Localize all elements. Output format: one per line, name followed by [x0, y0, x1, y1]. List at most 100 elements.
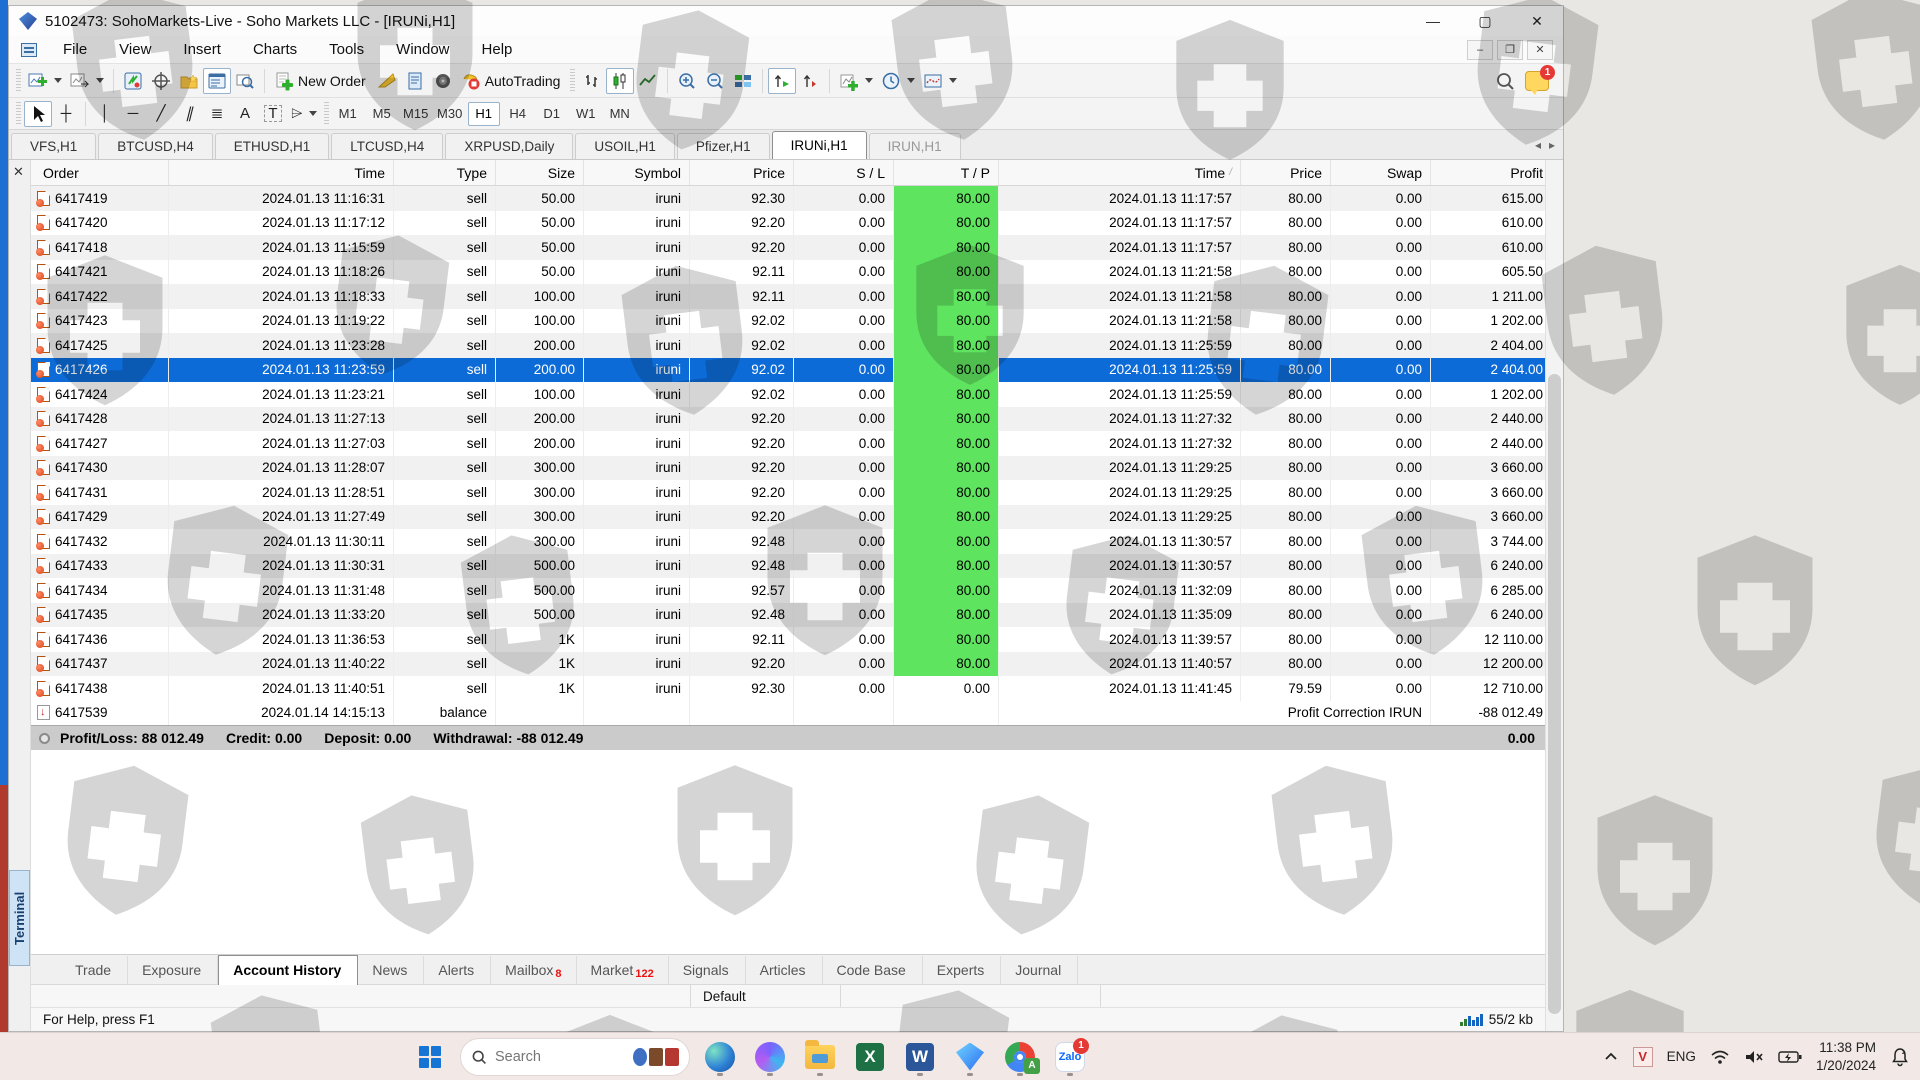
table-row[interactable]: 6417424 2024.01.13 11:23:21 sell 100.00 … — [31, 382, 1545, 407]
terminal-tab[interactable]: Account History — [218, 955, 358, 985]
new-chart-caret[interactable] — [54, 78, 62, 83]
text-label-button[interactable]: T — [259, 101, 287, 127]
text-button[interactable]: A — [231, 101, 259, 127]
arrows-button[interactable]: ⌲ — [287, 101, 321, 127]
copilot-taskbar-icon[interactable] — [750, 1037, 790, 1077]
terminal-tab[interactable]: News — [358, 956, 424, 984]
menu-item[interactable]: Tools — [313, 36, 380, 64]
timeframe-button[interactable]: M5 — [366, 102, 398, 126]
new-chart-button[interactable] — [24, 68, 66, 94]
edge-taskbar-icon[interactable] — [700, 1037, 740, 1077]
menu-item[interactable]: View — [103, 36, 167, 64]
chart-tab[interactable]: ETHUSD,H1 — [215, 133, 330, 159]
timeframe-button[interactable]: H1 — [468, 102, 500, 126]
timeframe-button[interactable]: H4 — [502, 102, 534, 126]
indicators-caret[interactable] — [865, 78, 873, 83]
timeframe-button[interactable]: W1 — [570, 102, 602, 126]
terminal-close-icon[interactable]: ✕ — [13, 164, 24, 180]
table-row[interactable]: 6417428 2024.01.13 11:27:13 sell 200.00 … — [31, 407, 1545, 432]
equidistant-channel-button[interactable]: ∥ — [175, 101, 203, 127]
table-row[interactable]: 6417432 2024.01.13 11:30:11 sell 300.00 … — [31, 529, 1545, 554]
column-header-order[interactable]: Order — [31, 160, 168, 185]
timeframe-button[interactable]: MN — [604, 102, 636, 126]
zalo-taskbar-icon[interactable]: Zalo1 — [1050, 1037, 1090, 1077]
table-row[interactable]: 6417427 2024.01.13 11:27:03 sell 200.00 … — [31, 431, 1545, 456]
chart-window-icon[interactable] — [21, 43, 37, 57]
periods-caret[interactable] — [907, 78, 915, 83]
zoom-in-button[interactable] — [673, 68, 701, 94]
chart-tab[interactable]: IRUN,H1 — [869, 133, 961, 159]
taskbar-clock[interactable]: 11:38 PM 1/20/2024 — [1816, 1039, 1876, 1074]
bar-chart-button[interactable] — [578, 68, 606, 94]
search-icon[interactable] — [1495, 71, 1515, 91]
tile-windows-button[interactable] — [729, 68, 757, 94]
terminal-tab[interactable]: Trade — [61, 956, 128, 984]
navigator-button[interactable] — [175, 68, 203, 94]
column-header-profit[interactable]: Profit — [1430, 160, 1551, 185]
terminal-tab[interactable]: Market122 — [577, 956, 669, 984]
maximize-button[interactable]: ▢ — [1459, 6, 1511, 36]
tray-chevron-up-icon[interactable] — [1603, 1049, 1619, 1065]
table-row[interactable]: 6417430 2024.01.13 11:28:07 sell 300.00 … — [31, 456, 1545, 481]
table-row[interactable]: 6417419 2024.01.13 11:16:31 sell 50.00 i… — [31, 186, 1545, 211]
terminal-tab[interactable]: Experts — [923, 956, 1001, 984]
start-button[interactable] — [410, 1037, 450, 1077]
metaeditor-button[interactable] — [373, 68, 401, 94]
terminal-tab[interactable]: Alerts — [424, 956, 491, 984]
column-header-tp[interactable]: T / P — [893, 160, 998, 185]
timeframe-button[interactable]: M1 — [332, 102, 364, 126]
table-row[interactable]: 6417421 2024.01.13 11:18:26 sell 50.00 i… — [31, 260, 1545, 285]
volume-muted-icon[interactable] — [1744, 1049, 1764, 1065]
table-row[interactable]: 6417438 2024.01.13 11:40:51 sell 1K irun… — [31, 676, 1545, 701]
vertical-line-button[interactable]: │ — [91, 101, 119, 127]
indicators-button[interactable] — [835, 68, 877, 94]
mdi-minimize-button[interactable]: – — [1467, 40, 1493, 60]
chart-tab[interactable]: Pfizer,H1 — [677, 133, 770, 159]
periods-button[interactable] — [877, 68, 919, 94]
cursor-button[interactable] — [24, 101, 52, 127]
chart-tab[interactable]: IRUNi,H1 — [772, 131, 867, 159]
chart-tab[interactable]: LTCUSD,H4 — [331, 133, 443, 159]
profiles-caret[interactable] — [96, 78, 104, 83]
arrows-caret[interactable] — [309, 111, 317, 116]
table-row[interactable]: 6417434 2024.01.13 11:31:48 sell 500.00 … — [31, 578, 1545, 603]
table-row[interactable]: 6417433 2024.01.13 11:30:31 sell 500.00 … — [31, 554, 1545, 579]
tab-scroll-right-icon[interactable]: ▸ — [1549, 138, 1555, 152]
column-header-close-time[interactable]: Time/ — [998, 160, 1240, 185]
fibonacci-button[interactable]: ≣ — [203, 101, 231, 127]
column-header-type[interactable]: Type — [393, 160, 495, 185]
search-input[interactable] — [495, 1049, 615, 1065]
terminal-tab[interactable]: Mailbox8 — [491, 956, 576, 984]
column-header-symbol[interactable]: Symbol — [583, 160, 689, 185]
timeframe-button[interactable]: M15 — [400, 102, 432, 126]
menu-item[interactable]: File — [47, 36, 103, 64]
vmware-tray-icon[interactable]: V — [1633, 1047, 1653, 1067]
metatrader-taskbar-icon[interactable] — [950, 1037, 990, 1077]
close-button[interactable]: ✕ — [1511, 6, 1563, 36]
chart-tab[interactable]: USOIL,H1 — [575, 133, 675, 159]
candlestick-chart-button[interactable] — [606, 68, 634, 94]
terminal-tab[interactable]: Signals — [669, 956, 746, 984]
autotrading-button[interactable]: AutoTrading — [457, 68, 568, 94]
taskbar-search[interactable] — [460, 1038, 690, 1076]
column-header-close-price[interactable]: Price — [1240, 160, 1330, 185]
terminal-button[interactable] — [203, 68, 231, 94]
menu-item[interactable]: Charts — [237, 36, 313, 64]
menu-item[interactable]: Insert — [167, 36, 237, 64]
chart-tab[interactable]: BTCUSD,H4 — [98, 133, 213, 159]
vertical-scrollbar[interactable] — [1545, 160, 1563, 1031]
zoom-out-button[interactable] — [701, 68, 729, 94]
chart-shift-button[interactable] — [796, 68, 824, 94]
table-row[interactable]: 6417423 2024.01.13 11:19:22 sell 100.00 … — [31, 309, 1545, 334]
horizontal-line-button[interactable]: ─ — [119, 101, 147, 127]
templates-button[interactable] — [919, 68, 961, 94]
table-row[interactable]: 6417437 2024.01.13 11:40:22 sell 1K irun… — [31, 652, 1545, 677]
table-row[interactable]: 6417425 2024.01.13 11:23:28 sell 200.00 … — [31, 333, 1545, 358]
excel-taskbar-icon[interactable]: X — [850, 1037, 890, 1077]
terminal-tab[interactable]: Journal — [1001, 956, 1078, 984]
terminal-vertical-tab[interactable]: Terminal — [9, 870, 30, 966]
auto-scroll-button[interactable] — [768, 68, 796, 94]
terminal-tab[interactable]: Code Base — [823, 956, 923, 984]
table-row[interactable]: 6417435 2024.01.13 11:33:20 sell 500.00 … — [31, 603, 1545, 628]
column-header-time[interactable]: Time — [168, 160, 393, 185]
